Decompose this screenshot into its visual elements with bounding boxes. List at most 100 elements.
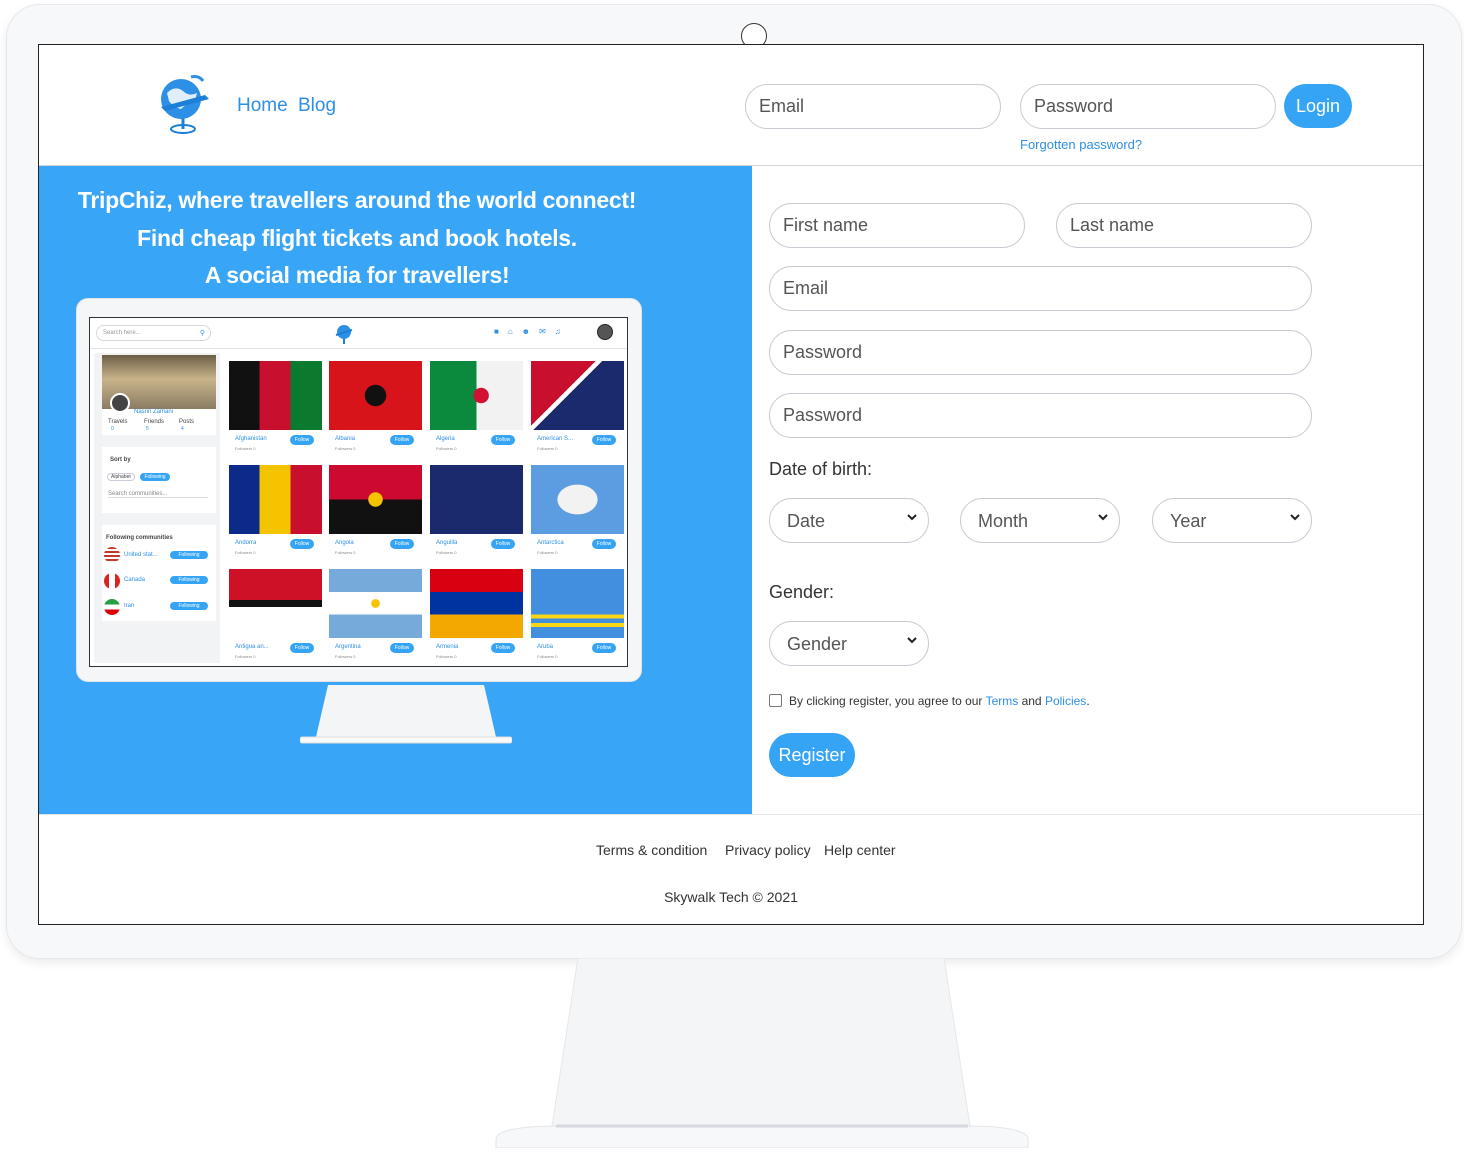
first-name-input[interactable] [769,203,1025,248]
follow-button[interactable]: Follow [592,643,616,653]
registration-form: Date of birth: Date Month Year Gender: G… [752,166,1423,814]
gender-select[interactable]: Gender [769,621,929,666]
hero-panel: TripChiz, where travellers around the wo… [39,166,752,814]
follow-button[interactable]: Follow [390,435,414,445]
country-card[interactable]: Aruba Followers 0 Follow [531,569,624,665]
forgot-password-link[interactable]: Forgotten password? [1020,137,1142,152]
stat-label: Posts [179,419,195,425]
country-card[interactable]: Andorra Followers 0 Follow [229,465,322,561]
country-flag-image [229,361,322,430]
policies-link[interactable]: Policies [1045,694,1086,708]
country-followers: Followers 0 [335,550,356,555]
nav-home-link[interactable]: Home [237,95,288,117]
agree-text: By clicking register, you agree to our [789,694,983,708]
login-email-input[interactable] [745,84,1001,129]
footer-terms-link[interactable]: Terms & condition [596,842,707,858]
agree-period: . [1086,694,1090,708]
register-button[interactable]: Register [769,733,855,777]
date-select[interactable]: Date [769,498,929,543]
country-followers: Followers 0 [436,654,457,659]
monitor-stand [495,958,1029,1148]
preview-sidebar: Nasrin Zamani Travels Friends Posts 0 5 … [94,353,220,663]
sort-following: Following [140,473,170,481]
year-select[interactable]: Year [1152,498,1312,543]
footer-help-link[interactable]: Help center [824,842,896,858]
country-card[interactable]: Afghanistan Followers 0 Follow [229,361,322,457]
country-flag-image [430,465,523,534]
country-card[interactable]: Antigua an... Followers 0 Follow [229,569,322,665]
country-card[interactable]: Anguilla Followers 0 Follow [430,465,523,561]
follow-button[interactable]: Follow [390,643,414,653]
follow-button[interactable]: Follow [491,539,515,549]
stat-count: 5 [146,426,149,432]
profile-avatar [110,393,130,413]
country-flag-image [329,465,422,534]
month-select-value: Month [978,511,1029,531]
footer-privacy-link[interactable]: Privacy policy [725,842,811,858]
last-name-input[interactable] [1056,203,1312,248]
country-followers: Followers 0 [335,446,356,451]
country-followers: Followers 0 [537,654,558,659]
profile-name: Nasrin Zamani [134,409,174,415]
terms-link[interactable]: Terms [986,694,1019,708]
dob-label: Date of birth: [769,459,873,479]
nav-blog-link[interactable]: Blog [298,95,336,117]
follow-button[interactable]: Follow [592,435,616,445]
month-select[interactable]: Month [960,498,1120,543]
follow-button[interactable]: Follow [491,435,515,445]
avatar [597,324,613,340]
tripchiz-logo-icon[interactable] [153,71,213,139]
country-name: Angola [335,540,354,546]
country-card[interactable]: Angola Followers 0 Follow [329,465,422,561]
country-card[interactable]: Antarctica Followers 0 Follow [531,465,624,561]
follow-button[interactable]: Follow [290,539,314,549]
follow-button[interactable]: Follow [390,539,414,549]
community-name: United stat... [124,552,158,558]
follow-button[interactable]: Follow [491,643,515,653]
country-followers: Followers 0 [335,654,356,659]
follow-button[interactable]: Follow [592,539,616,549]
follow-button[interactable]: Follow [290,435,314,445]
country-followers: Followers 0 [235,446,256,451]
chevron-down-icon [907,514,917,521]
login-password-input[interactable] [1020,84,1276,129]
stat-label: Travels [108,419,128,425]
country-card[interactable]: Argentina Followers 0 Follow [329,569,422,665]
chevron-down-icon [1290,514,1300,521]
country-name: American S... [537,436,574,442]
country-flag-image [229,569,322,638]
email-input[interactable] [769,266,1312,311]
site-footer: Terms & condition Privacy policy Help ce… [39,814,1423,924]
confirm-password-input[interactable] [769,393,1312,438]
country-card[interactable]: Albania Followers 0 Follow [329,361,422,457]
password-input[interactable] [769,330,1312,375]
country-followers: Followers 0 [436,550,457,555]
agree-checkbox[interactable] [769,694,782,707]
country-name: Aruba [537,644,554,650]
year-select-value: Year [1170,511,1207,531]
community-name: Canada [124,577,146,583]
search-communities: Search communities... [108,491,208,498]
preview-search: Search here... ⚲ [96,325,211,341]
country-name: Antarctica [537,540,564,546]
country-name: Afghanistan [235,436,267,442]
follow-button[interactable]: Follow [290,643,314,653]
country-card[interactable]: American S... Followers 0 Follow [531,361,624,457]
country-flag-image [329,361,422,430]
preview-nav-icons: ■⌂☻✉♫ [494,327,570,336]
country-card[interactable]: Algeria Followers 0 Follow [430,361,523,457]
country-name: Algeria [436,436,455,442]
following-pill: Following [170,602,208,610]
country-followers: Followers 0 [436,446,457,451]
country-card[interactable]: Armenia Followers 0 Follow [430,569,523,665]
chevron-down-icon [1098,514,1108,521]
site-header: Home Blog Login Forgotten password? [39,45,1423,166]
stat-count: 0 [111,426,114,432]
login-button[interactable]: Login [1284,84,1352,128]
country-name: Andorra [235,540,257,546]
app-preview-screen: Search here... ⚲ ■⌂☻✉♫ Nasrin Zamani Trav… [89,317,628,667]
search-icon: ⚲ [199,330,205,337]
country-followers: Followers 0 [537,550,558,555]
gender-label: Gender: [769,582,835,602]
hero-tagline-1: TripChiz, where travellers around the wo… [77,187,637,213]
